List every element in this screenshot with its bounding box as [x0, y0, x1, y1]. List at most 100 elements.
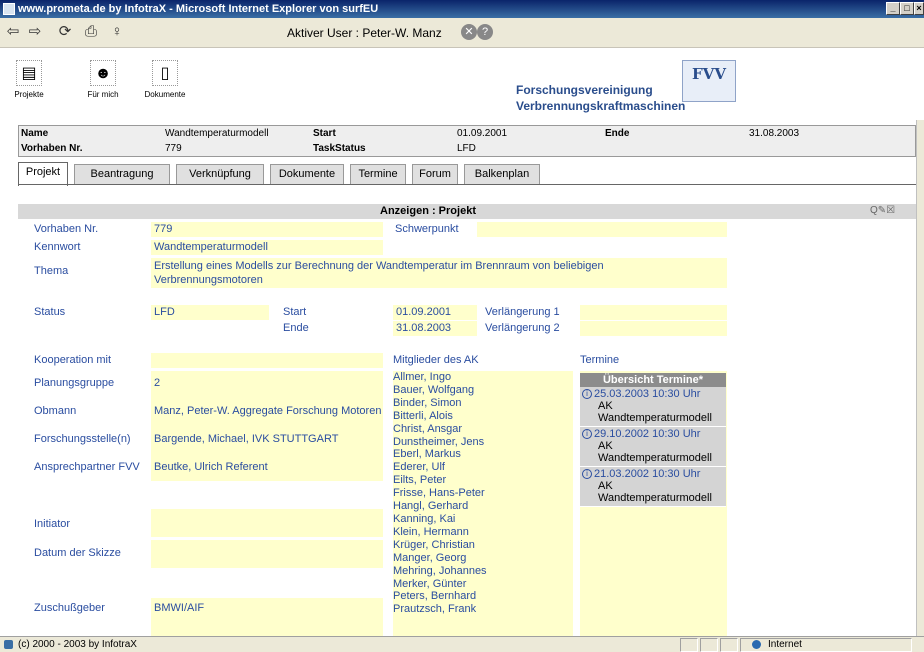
- ende-field: 31.08.2003: [393, 321, 477, 336]
- org-title-line2: Verbrennungskraftmaschinen: [516, 99, 686, 113]
- folder-icon: ▤: [16, 60, 42, 86]
- termin-title: Wandtemperaturmodell: [598, 452, 712, 464]
- tab-dokumente[interactable]: Dokumente: [270, 164, 344, 184]
- info-icon: i: [582, 429, 592, 440]
- project-info-panel: Name Wandtemperaturmodell Start 01.09.20…: [18, 125, 916, 157]
- planungsgruppe-label: Planungsgruppe: [34, 377, 115, 389]
- maximize-button[interactable]: □: [900, 2, 914, 15]
- status-segment: [700, 638, 718, 652]
- thema-line1: Erstellung eines Modells zur Berechnung …: [154, 260, 604, 272]
- fuer-mich-button[interactable]: ☻ Für mich: [76, 60, 130, 99]
- org-title: Forschungsvereinigung Verbrennungskraftm…: [516, 82, 685, 114]
- verlaengerung1-field: [580, 305, 727, 320]
- members-list-body: Allmer, Ingo Bauer, Wolfgang Binder, Simon…: [393, 371, 573, 616]
- member-item: Mehring, Johannes: [393, 564, 487, 577]
- dokumente-button[interactable]: ▯ Dokumente: [138, 60, 192, 99]
- section-title: Anzeigen : Projekt: [380, 205, 476, 217]
- members-list: Allmer, Ingo Bauer, Wolfgang Binder, Simon…: [393, 371, 573, 636]
- gap-spacer: [151, 537, 383, 540]
- member-item: Manger, Georg: [393, 551, 467, 564]
- status-label: Status: [34, 306, 66, 318]
- gap-spacer: [151, 568, 383, 598]
- member-item: Christ, Ansgar: [393, 422, 463, 435]
- verlaengerung2-field: [580, 321, 727, 336]
- verlaengerung2-label: Verlängerung 2: [485, 322, 560, 334]
- zone-text: Internet: [768, 639, 802, 650]
- window-title: www.prometa.de by InfotraX - Microsoft I…: [18, 3, 379, 15]
- view-tools-icon[interactable]: Q✎☒: [870, 205, 895, 216]
- status-bar: (c) 2000 - 2003 by InfotraX Internet: [0, 636, 924, 652]
- termin-date[interactable]: 25.03.2003 10:30 Uhr: [594, 388, 700, 400]
- member-item: Eberl, Markus: [393, 448, 461, 461]
- tab-balkenplan[interactable]: Balkenplan: [464, 164, 540, 184]
- member-item: Prautzsch, Frank: [393, 603, 477, 616]
- page-icon: [4, 640, 13, 649]
- gap-spacer: [151, 481, 383, 509]
- zuschussgeber-value: BMWI/AIF: [154, 602, 205, 614]
- ie-icon: [3, 3, 15, 15]
- forward-icon[interactable]: ⇨: [26, 23, 44, 41]
- member-item: Frisse, Hans-Peter: [393, 487, 485, 500]
- status-text: (c) 2000 - 2003 by InfotraX: [18, 639, 137, 650]
- tab-projekt[interactable]: Projekt: [18, 162, 68, 186]
- projekte-button[interactable]: ▤ Projekte: [2, 60, 56, 99]
- member-item: Bauer, Wolfgang: [393, 383, 475, 396]
- back-icon[interactable]: ⇦: [4, 23, 22, 41]
- forschungsstelle-label: Forschungsstelle(n): [34, 433, 131, 445]
- status-segment: [720, 638, 738, 652]
- vorhaben-nr-form-label: Vorhaben Nr.: [34, 223, 99, 235]
- obmann-label: Obmann: [34, 405, 77, 417]
- close-button[interactable]: ×: [914, 2, 924, 15]
- vorhaben-nr-label: Vorhaben Nr.: [21, 143, 83, 154]
- org-title-line1: Forschungsvereinigung: [516, 83, 653, 97]
- tab-termine[interactable]: Termine: [350, 164, 406, 184]
- member-item: Merker, Günter: [393, 577, 467, 590]
- kooperation-field: [151, 353, 383, 368]
- termin-type: AK: [598, 440, 613, 452]
- logout-icon[interactable]: ✕: [461, 24, 477, 40]
- taskstatus-label: TaskStatus: [313, 143, 366, 154]
- tab-forum[interactable]: Forum: [412, 164, 458, 184]
- termin-item[interactable]: i 21.03.2002 10:30 Uhr AK Wandtemperaturm…: [580, 467, 726, 507]
- termin-item[interactable]: i 25.03.2003 10:30 Uhr AK Wandtemperaturm…: [580, 387, 726, 427]
- termin-title: Wandtemperaturmodell: [598, 492, 712, 504]
- ende-form-label: Ende: [283, 322, 309, 334]
- section-header: Anzeigen : Projekt Q✎☒: [18, 204, 916, 219]
- member-item: Peters, Bernhard: [393, 590, 477, 603]
- help-circle-icon[interactable]: ?: [477, 24, 493, 40]
- member-item: Allmer, Ingo: [393, 371, 452, 383]
- zuschussgeber-label: Zuschußgeber: [34, 602, 105, 614]
- thema-label: Thema: [34, 265, 69, 277]
- status-field: LFD: [151, 305, 269, 320]
- member-item: Hangl, Gerhard: [393, 500, 469, 513]
- tab-beantragung[interactable]: Beantragung: [74, 164, 170, 184]
- status-segment: [680, 638, 698, 652]
- ansprechpartner-label: Ansprechpartner FVV: [34, 461, 140, 473]
- termin-item[interactable]: i 29.10.2002 10:30 Uhr AK Wandtemperaturm…: [580, 427, 726, 467]
- minimize-button[interactable]: _: [886, 2, 900, 15]
- termin-date[interactable]: 21.03.2002 10:30 Uhr: [594, 468, 700, 480]
- person-icon: ☻: [90, 60, 116, 86]
- vertical-scrollbar[interactable]: [916, 120, 924, 636]
- start-value: 01.09.2001: [457, 128, 508, 139]
- tab-verknuepfung[interactable]: Verknüpfung: [176, 164, 264, 184]
- help-bulb-icon[interactable]: ♀: [108, 23, 126, 41]
- termine-label: Termine: [580, 354, 620, 366]
- ende-value: 31.08.2003: [749, 128, 800, 139]
- termin-title: Wandtemperaturmodell: [598, 412, 712, 424]
- vorhaben-nr-value: 779: [165, 143, 182, 154]
- thema-line2: Verbrennungsmotoren: [154, 274, 263, 286]
- refresh-icon[interactable]: ⟳: [56, 23, 74, 41]
- kennwort-field: Wandtemperaturmodell: [151, 240, 383, 255]
- member-item: Binder, Simon: [393, 396, 462, 409]
- member-item: Kanning, Kai: [393, 512, 456, 525]
- ansprechpartner-value: Beutke, Ulrich Referent: [154, 461, 268, 473]
- planungsgruppe-value: 2: [154, 377, 161, 389]
- start-form-label: Start: [283, 306, 307, 318]
- ende-label: Ende: [605, 128, 630, 139]
- print-icon[interactable]: ⎙: [82, 23, 100, 41]
- termin-date[interactable]: 29.10.2002 10:30 Uhr: [594, 428, 700, 440]
- kennwort-label: Kennwort: [34, 241, 81, 253]
- active-user-label: Aktiver User : Peter-W. Manz: [287, 26, 442, 40]
- termin-type: AK: [598, 480, 613, 492]
